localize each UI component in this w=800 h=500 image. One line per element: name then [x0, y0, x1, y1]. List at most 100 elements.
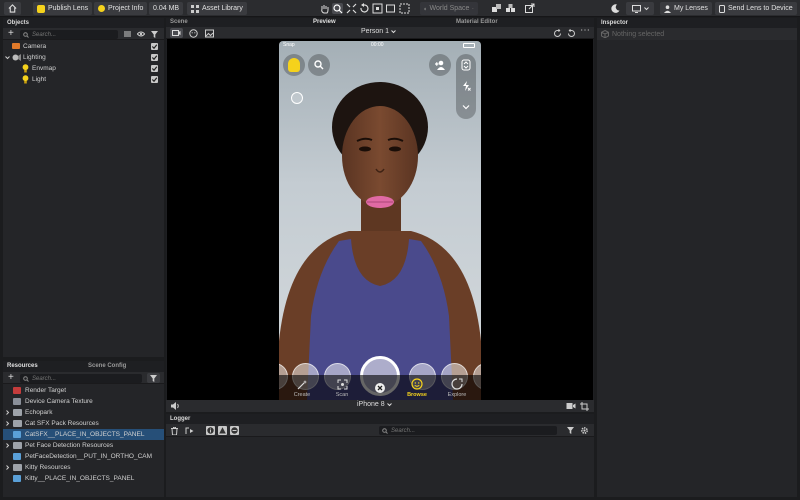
object-item-lighting[interactable]: Lighting [3, 52, 164, 63]
crop-icon[interactable] [580, 402, 589, 411]
tab-preview[interactable]: Preview [313, 19, 336, 25]
project-info-button[interactable]: Project Info [94, 2, 148, 15]
assets-cubes-icon[interactable] [505, 3, 516, 14]
profile-bitmoji-button[interactable] [283, 54, 305, 76]
snap-toggle-icon[interactable] [399, 3, 410, 14]
video-camera-icon[interactable] [566, 402, 576, 410]
resource-item[interactable]: Device Camera Texture [3, 396, 164, 407]
add-resource-icon[interactable]: + [8, 372, 14, 383]
resource-item[interactable]: Render Target [3, 385, 164, 396]
add-object-icon[interactable]: + [8, 28, 14, 39]
filter-icon[interactable] [151, 31, 158, 38]
object-item-light[interactable]: Light [3, 74, 164, 85]
chevron-right-icon[interactable] [5, 443, 10, 448]
speaker-icon[interactable] [171, 402, 180, 410]
device-dropdown[interactable]: iPhone 8 [357, 401, 392, 408]
rect-tool-icon[interactable] [385, 3, 396, 14]
resource-item[interactable]: Kitty__PLACE_IN_OBJECTS_PANEL [3, 473, 164, 484]
info-icon [98, 5, 105, 12]
nav-scan-label[interactable]: Scan [327, 392, 357, 398]
tab-scene-config[interactable]: Scene Config [88, 363, 126, 369]
home-button[interactable] [4, 2, 21, 15]
resource-item[interactable]: Echopark [3, 407, 164, 418]
my-lenses-label: My Lenses [674, 5, 708, 12]
resources-filter-button[interactable] [147, 373, 160, 383]
gear-icon[interactable] [580, 426, 589, 435]
camera-view-icon[interactable] [170, 28, 183, 38]
face-view-icon[interactable] [189, 29, 198, 38]
error-filter-toggle[interactable] [230, 426, 239, 435]
device-preview-dropdown[interactable] [626, 2, 654, 15]
resource-item[interactable]: Cat SFX Pack Resources [3, 418, 164, 429]
chevron-down-icon[interactable] [5, 55, 10, 60]
close-lens-button[interactable] [375, 383, 385, 393]
object-enabled-checkbox[interactable] [151, 65, 158, 72]
more-options-icon[interactable]: ⋯ [580, 25, 590, 36]
image-view-icon[interactable] [205, 29, 214, 38]
prefab-icon [13, 431, 21, 438]
chevron-right-icon[interactable] [5, 421, 10, 426]
resource-item[interactable]: Kitty Resources [3, 462, 164, 473]
publish-lens-button[interactable]: Publish Lens [33, 2, 93, 15]
list-options-icon[interactable] [124, 31, 131, 37]
scan-icon[interactable] [337, 379, 348, 390]
camera-icon [12, 43, 20, 49]
chevron-right-icon[interactable] [5, 465, 10, 470]
object-item-camera[interactable]: Camera [3, 41, 164, 52]
resource-item[interactable]: PetFaceDetection__PUT_IN_ORTHO_CAM [3, 451, 164, 462]
resources-search-input[interactable]: Search... [20, 374, 142, 383]
clear-on-play-icon[interactable] [185, 427, 194, 435]
explore-icon[interactable] [451, 378, 463, 390]
flip-camera-icon[interactable] [461, 59, 471, 71]
refresh-icon[interactable] [553, 29, 562, 38]
tab-resources[interactable]: Resources [7, 363, 38, 369]
chevron-down-icon [472, 8, 474, 10]
monitor-icon [631, 4, 641, 13]
create-wand-icon[interactable] [297, 379, 308, 390]
tab-scene[interactable]: Scene [170, 19, 188, 25]
person-dropdown[interactable]: Person 1 [361, 28, 396, 35]
phone-preview[interactable]: Snap 00:00 Create Scan Browse Explore [279, 41, 481, 400]
nav-browse-label[interactable]: Browse [402, 392, 432, 398]
resources-search-bar: + Search... [3, 372, 164, 384]
objects-cubes-icon[interactable] [491, 3, 502, 14]
hand-tool-icon[interactable] [319, 3, 330, 14]
chevron-right-icon[interactable] [5, 410, 10, 415]
warning-filter-toggle[interactable] [218, 426, 227, 435]
filter-icon [150, 375, 157, 382]
nav-create-label[interactable]: Create [287, 392, 317, 398]
move-tool-icon[interactable] [346, 3, 357, 14]
visibility-eye-icon[interactable] [137, 31, 145, 37]
object-item-envmap[interactable]: Envmap [3, 63, 164, 74]
object-enabled-checkbox[interactable] [151, 43, 158, 50]
add-friend-button[interactable] [429, 54, 451, 76]
world-space-dropdown[interactable]: World Space [420, 2, 478, 15]
external-link-icon[interactable] [524, 3, 535, 14]
chevron-down-icon[interactable] [462, 104, 470, 110]
browse-smiley-icon[interactable] [411, 378, 423, 390]
send-lens-button[interactable]: Send Lens to Device [715, 2, 797, 15]
person-dropdown-label: Person 1 [361, 28, 390, 35]
trash-icon[interactable] [171, 427, 178, 435]
logger-search-input[interactable]: Search... [379, 426, 557, 435]
my-lenses-button[interactable]: My Lenses [660, 2, 712, 15]
scale-tool-icon[interactable] [372, 3, 383, 14]
object-enabled-checkbox[interactable] [151, 76, 158, 83]
flash-off-icon[interactable] [461, 81, 471, 91]
dark-mode-icon[interactable] [610, 3, 621, 14]
rotate-tool-icon[interactable] [359, 3, 370, 14]
phone-search-button[interactable] [308, 54, 330, 76]
resource-item-label: Echopark [25, 409, 53, 416]
filter-icon[interactable] [567, 427, 574, 434]
object-enabled-checkbox[interactable] [151, 54, 158, 61]
select-tool-icon[interactable] [332, 3, 343, 14]
nav-explore-label[interactable]: Explore [442, 392, 472, 398]
texture-icon [13, 398, 21, 405]
tab-material-editor[interactable]: Material Editor [456, 19, 498, 25]
asset-library-button[interactable]: Asset Library [187, 2, 247, 15]
resource-item-selected[interactable]: CatSFX__PLACE_IN_OBJECTS_PANEL [3, 429, 164, 440]
objects-search-input[interactable]: Search... [20, 30, 118, 39]
restart-icon[interactable] [567, 29, 576, 38]
resource-item[interactable]: Pet Face Detection Resources [3, 440, 164, 451]
info-filter-toggle[interactable] [206, 426, 215, 435]
